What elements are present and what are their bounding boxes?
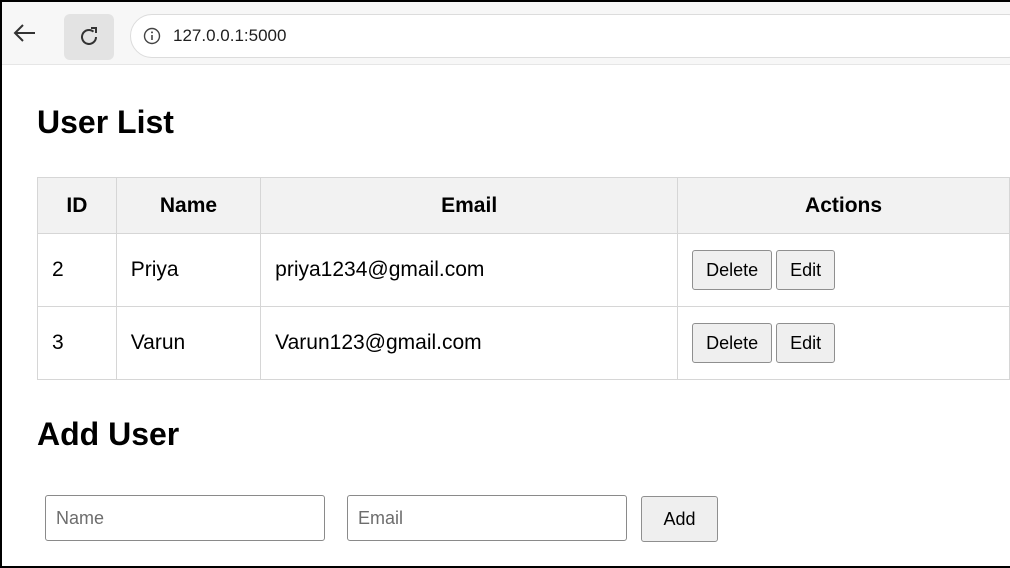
edit-button[interactable]: Edit: [776, 250, 836, 290]
info-icon[interactable]: [143, 27, 161, 45]
cell-actions: Delete Edit: [677, 233, 1010, 307]
name-input[interactable]: [45, 495, 325, 541]
delete-button[interactable]: Delete: [692, 250, 773, 290]
cell-id: 3: [37, 306, 117, 380]
cell-name: Varun: [115, 306, 262, 380]
back-button[interactable]: [12, 18, 38, 48]
add-user-title: Add User: [37, 416, 180, 452]
column-header-name: Name: [115, 177, 262, 234]
table-header-row: ID Name Email Actions: [37, 177, 1010, 234]
cell-actions: Delete Edit: [677, 306, 1010, 380]
cell-email: priya1234@gmail.com: [260, 233, 679, 307]
column-header-actions: Actions: [677, 177, 1010, 234]
address-bar[interactable]: 127.0.0.1:5000: [130, 14, 1010, 58]
add-user-button[interactable]: Add: [641, 496, 718, 542]
user-table: ID Name Email Actions 2 Priya priya1234@…: [37, 177, 1010, 380]
table-row: 3 Varun Varun123@gmail.com Delete Edit: [37, 306, 1010, 380]
reload-icon: [81, 27, 97, 45]
column-header-id: ID: [37, 177, 117, 234]
edit-button[interactable]: Edit: [776, 323, 836, 363]
cell-id: 2: [37, 233, 117, 307]
browser-toolbar: 127.0.0.1:5000: [2, 2, 1010, 65]
email-input[interactable]: [347, 495, 627, 541]
arrow-left-icon: [13, 24, 35, 42]
user-list-title: User List: [37, 104, 174, 140]
cell-email: Varun123@gmail.com: [260, 306, 679, 380]
column-header-email: Email: [260, 177, 679, 234]
url-text[interactable]: 127.0.0.1:5000: [173, 26, 286, 46]
delete-button[interactable]: Delete: [692, 323, 773, 363]
table-row: 2 Priya priya1234@gmail.com Delete Edit: [37, 233, 1010, 307]
reload-button[interactable]: [64, 14, 114, 60]
cell-name: Priya: [115, 233, 262, 307]
